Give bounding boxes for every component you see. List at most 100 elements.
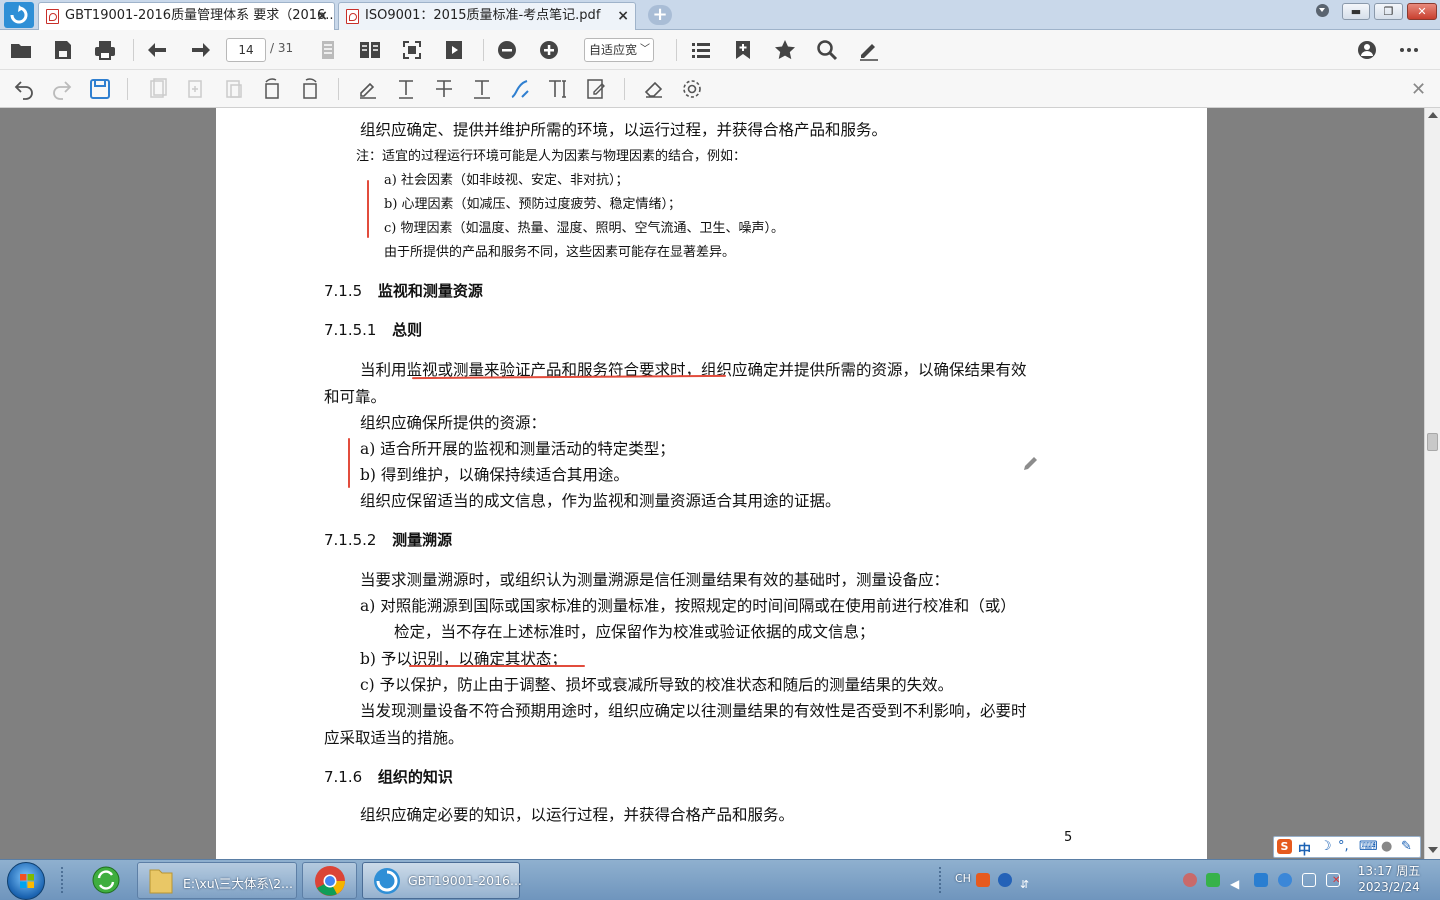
- edit-pencil-icon[interactable]: [1021, 453, 1041, 477]
- text-run: 当利用: [360, 361, 407, 379]
- rotate-right-icon[interactable]: [298, 77, 322, 101]
- sync-app-button[interactable]: [86, 862, 126, 899]
- ime-lang-indicator[interactable]: 中: [1298, 839, 1311, 858]
- scroll-up-icon[interactable]: [1428, 112, 1438, 118]
- app-logo-icon[interactable]: [4, 2, 34, 28]
- underline-text-icon[interactable]: [394, 77, 418, 101]
- redo-icon[interactable]: [50, 77, 74, 101]
- print-icon[interactable]: [93, 38, 117, 62]
- display-icon[interactable]: [1302, 873, 1316, 887]
- settings-gear-icon[interactable]: [680, 77, 704, 101]
- tab-title: ISO9001：2015质量标准-考点笔记.pdf: [365, 8, 601, 23]
- minimize-button[interactable]: ▬: [1342, 3, 1370, 20]
- bookmark-add-icon[interactable]: [731, 38, 755, 62]
- taskbar-grip[interactable]: [938, 866, 942, 894]
- close-toolbar-icon[interactable]: ✕: [1411, 79, 1426, 100]
- taskbar-grip[interactable]: [60, 866, 64, 894]
- document-viewport[interactable]: 组织应确定、提供并维护所需的环境，以运行过程，并获得合格产品和服务。 注：适宜的…: [0, 108, 1424, 859]
- list-item: c) 予以保护，防止由于调整、损坏或衰减所导致的校准状态和随后的测量结果的失效。: [360, 676, 954, 694]
- wechat-icon[interactable]: [1206, 873, 1220, 887]
- page-number-input[interactable]: 14: [226, 38, 266, 62]
- tab-gbt19001[interactable]: GBT19001-2016质量管理体系 要求（2016... ×: [38, 2, 335, 30]
- sogou-tray-icon[interactable]: [976, 873, 990, 887]
- highlight-icon[interactable]: [356, 77, 380, 101]
- list-item: b) 心理因素（如减压、预防过度疲劳、稳定情绪）；: [384, 197, 682, 212]
- vertical-scrollbar[interactable]: [1424, 108, 1440, 859]
- annotation-underline[interactable]: [409, 665, 585, 667]
- half-width-moon-icon[interactable]: ☽: [1320, 839, 1332, 854]
- save-edits-icon[interactable]: [88, 77, 112, 101]
- note-icon[interactable]: [584, 77, 608, 101]
- pdf-reader-task-button[interactable]: GBT19001-2016...: [362, 862, 522, 899]
- help-icon[interactable]: [998, 873, 1012, 887]
- outline-list-icon[interactable]: [689, 38, 713, 62]
- section-number: 7.1.5.1: [324, 321, 377, 339]
- chevron-down-icon: ﹀: [640, 44, 650, 55]
- volume-icon[interactable]: ◀: [1230, 873, 1244, 891]
- sync-tray-icon[interactable]: [1278, 873, 1292, 887]
- ime-toolbar[interactable]: S 中 ☽ °, ⌨ ● ✎: [1273, 836, 1421, 858]
- save-icon[interactable]: [51, 38, 75, 62]
- account-icon[interactable]: [1355, 38, 1379, 62]
- search-icon[interactable]: [815, 38, 839, 62]
- eraser-icon[interactable]: [642, 77, 666, 101]
- chrome-task-button[interactable]: [302, 862, 357, 899]
- close-window-button[interactable]: ✕: [1407, 3, 1437, 20]
- paragraph: 组织应保留适当的成文信息，作为监视和测量资源适合其用途的证据。: [360, 492, 841, 510]
- previous-page-icon[interactable]: [146, 38, 170, 62]
- new-tab-button[interactable]: +: [648, 5, 672, 25]
- tab-iso9001[interactable]: ISO9001：2015质量标准-考点笔记.pdf ×: [338, 2, 636, 30]
- list-item: a) 社会因素（如非歧视、安定、非对抗）；: [384, 173, 629, 188]
- insert-page-icon: [184, 77, 208, 101]
- strikethrough-icon[interactable]: [432, 77, 456, 101]
- network-tray-icon[interactable]: [1254, 873, 1268, 887]
- input-language-indicator[interactable]: CH: [955, 872, 971, 885]
- tab-title: GBT19001-2016质量管理体系 要求（2016...: [65, 8, 335, 23]
- folder-icon: [149, 869, 173, 894]
- annotation-mark[interactable]: [348, 438, 350, 488]
- security-tray-icon[interactable]: [1183, 873, 1197, 887]
- rotate-left-icon[interactable]: [260, 77, 284, 101]
- system-clock[interactable]: 13:17 周五 2023/2/24: [1354, 863, 1424, 895]
- extract-page-icon: [222, 77, 246, 101]
- tab-close-icon[interactable]: ×: [316, 3, 328, 29]
- zoom-in-icon[interactable]: [537, 38, 561, 62]
- scroll-down-icon[interactable]: [1428, 847, 1438, 853]
- fit-page-icon[interactable]: [400, 38, 424, 62]
- network-disconnected-icon[interactable]: ✕: [1326, 873, 1340, 887]
- restore-button[interactable]: ❐: [1374, 3, 1403, 20]
- more-options-icon[interactable]: [1397, 38, 1421, 62]
- paragraph: 和可靠。: [324, 388, 387, 406]
- squiggly-text-icon[interactable]: [470, 77, 494, 101]
- open-folder-icon[interactable]: [9, 38, 33, 62]
- two-page-icon[interactable]: [358, 38, 382, 62]
- toolbar-separator: [338, 78, 339, 100]
- start-button[interactable]: [7, 862, 45, 900]
- expand-tray-icon[interactable]: ⇵: [1020, 873, 1034, 891]
- text-box-icon[interactable]: [546, 77, 570, 101]
- zoom-select[interactable]: 自适应宽 ﹀: [584, 38, 654, 62]
- tab-close-icon[interactable]: ×: [617, 3, 629, 29]
- punctuation-icon[interactable]: °,: [1338, 839, 1349, 854]
- tab-bar: GBT19001-2016质量管理体系 要求（2016... × ISO9001…: [0, 0, 1440, 30]
- wrench-icon[interactable]: ✎: [1401, 839, 1412, 854]
- pdf-reader-icon: [374, 868, 400, 894]
- freehand-pen-icon[interactable]: [508, 77, 532, 101]
- user-icon[interactable]: ●: [1381, 839, 1392, 854]
- single-page-icon[interactable]: [316, 38, 340, 62]
- zoom-out-icon[interactable]: [495, 38, 519, 62]
- undo-icon[interactable]: [12, 77, 36, 101]
- star-icon[interactable]: [773, 38, 797, 62]
- signature-pen-icon[interactable]: [857, 38, 881, 62]
- explorer-task-button[interactable]: E:\xu\三大体系\2...: [137, 862, 297, 899]
- note-text: 由于所提供的产品和服务不同，这些因素可能存在显著差异。: [384, 245, 736, 260]
- next-page-icon[interactable]: [188, 38, 212, 62]
- keyboard-icon[interactable]: ⌨: [1359, 839, 1378, 854]
- annotation-mark[interactable]: [367, 180, 369, 238]
- scroll-thumb[interactable]: [1427, 433, 1438, 451]
- play-icon[interactable]: [442, 38, 466, 62]
- dropdown-menu-icon[interactable]: [1316, 4, 1329, 17]
- main-toolbar: [0, 30, 1440, 70]
- section-heading: 7.1.5 监视和测量资源: [324, 280, 483, 301]
- zoom-value: 自适应宽: [589, 43, 638, 57]
